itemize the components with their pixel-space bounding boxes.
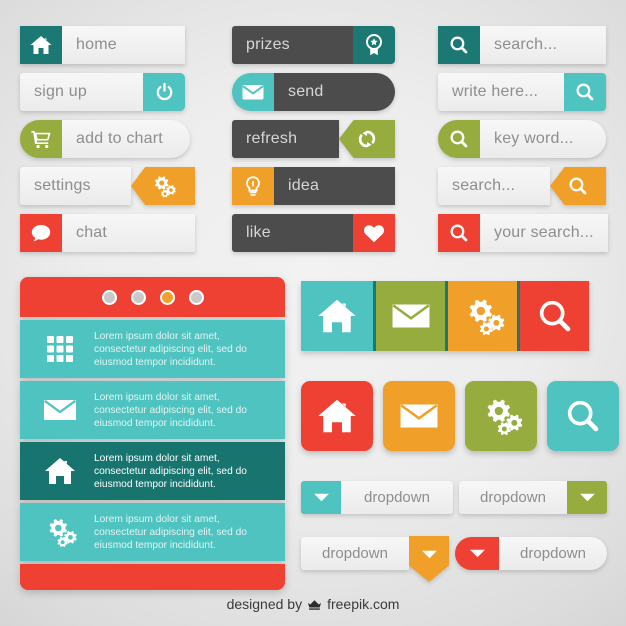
dropdown-4[interactable]: dropdown xyxy=(455,537,607,570)
dropdown-4-label: dropdown xyxy=(499,537,607,570)
mail-icon-tile[interactable] xyxy=(373,281,445,351)
search-icon[interactable] xyxy=(550,167,606,205)
home-icon-tile[interactable] xyxy=(301,381,373,451)
list-item[interactable]: Lorem ipsum dolor sit amet, consectetur … xyxy=(20,442,285,500)
dropdown-3-label: dropdown xyxy=(301,537,409,570)
search-icon xyxy=(438,26,480,64)
credit-prefix: designed by xyxy=(226,596,303,612)
search-field-1[interactable]: search... xyxy=(438,26,606,64)
search-icon[interactable] xyxy=(564,73,606,111)
button-home[interactable]: home xyxy=(20,26,185,64)
gears-icon-tile[interactable] xyxy=(465,381,537,451)
search-field-4[interactable]: search... xyxy=(438,167,606,205)
icon-row-rounded xyxy=(301,381,619,451)
mail-icon xyxy=(26,397,94,423)
freepik-crown-icon xyxy=(307,598,322,611)
button-settings[interactable]: settings xyxy=(20,167,195,205)
credit-brand: freepik.com xyxy=(327,596,400,612)
award-icon xyxy=(353,26,395,64)
list-item-text: Lorem ipsum dolor sit amet, consectetur … xyxy=(94,452,247,490)
button-add-to-chart-label: add to chart xyxy=(62,120,190,158)
mail-icon xyxy=(232,73,274,111)
power-icon xyxy=(143,73,185,111)
panel-dot-2[interactable] xyxy=(130,289,146,305)
dropdown-3[interactable]: dropdown xyxy=(301,536,449,582)
list-item[interactable]: Lorem ipsum dolor sit amet, consectetur … xyxy=(20,381,285,439)
search-input-4[interactable]: search... xyxy=(438,167,550,205)
button-refresh-label: refresh xyxy=(232,120,339,158)
home-icon xyxy=(20,26,62,64)
gears-icon xyxy=(26,516,94,548)
dropdown-1[interactable]: dropdown xyxy=(301,481,453,514)
search-input-1[interactable]: search... xyxy=(480,26,606,64)
button-like[interactable]: like xyxy=(232,214,395,252)
search-input-2[interactable]: write here... xyxy=(438,73,564,111)
search-field-5[interactable]: your search... xyxy=(438,214,608,252)
cart-icon xyxy=(20,120,62,158)
button-home-label: home xyxy=(62,26,185,64)
heart-icon xyxy=(353,214,395,252)
button-idea[interactable]: idea xyxy=(232,167,395,205)
refresh-icon xyxy=(339,120,395,158)
search-field-3[interactable]: key word... xyxy=(438,120,606,158)
button-sign-up[interactable]: sign up xyxy=(20,73,185,111)
chevron-down-icon[interactable] xyxy=(567,481,607,514)
button-sign-up-label: sign up xyxy=(20,73,143,111)
button-prizes-label: prizes xyxy=(232,26,353,64)
icon-row-flat xyxy=(301,281,589,351)
gears-icon-tile[interactable] xyxy=(445,281,517,351)
button-prizes[interactable]: prizes xyxy=(232,26,395,64)
gears-icon xyxy=(131,167,195,205)
list-item[interactable]: Lorem ipsum dolor sit amet, consectetur … xyxy=(20,320,285,378)
bulb-icon xyxy=(232,167,274,205)
panel-dot-4[interactable] xyxy=(188,289,204,305)
list-panel: Lorem ipsum dolor sit amet, consectetur … xyxy=(20,277,285,590)
button-chat-label: chat xyxy=(62,214,195,252)
chat-icon xyxy=(20,214,62,252)
list-item-text: Lorem ipsum dolor sit amet, consectetur … xyxy=(94,391,247,429)
search-icon[interactable] xyxy=(438,120,480,158)
search-icon[interactable] xyxy=(438,214,480,252)
search-input-5[interactable]: your search... xyxy=(480,214,608,252)
search-input-3[interactable]: key word... xyxy=(480,120,606,158)
button-idea-label: idea xyxy=(274,167,395,205)
dropdown-1-label: dropdown xyxy=(341,481,453,514)
list-item-text: Lorem ipsum dolor sit amet, consectetur … xyxy=(94,330,247,368)
search-icon-tile[interactable] xyxy=(517,281,589,351)
button-send[interactable]: send xyxy=(232,73,395,111)
panel-footer xyxy=(20,564,285,590)
ui-kit-canvas: home sign up add to chart settings chat xyxy=(0,0,626,626)
panel-header xyxy=(20,277,285,317)
search-field-2[interactable]: write here... xyxy=(438,73,606,111)
chevron-down-icon[interactable] xyxy=(409,536,449,582)
chevron-down-icon[interactable] xyxy=(455,537,499,570)
home-icon-tile[interactable] xyxy=(301,281,373,351)
button-chat[interactable]: chat xyxy=(20,214,195,252)
button-send-label: send xyxy=(274,73,395,111)
button-refresh[interactable]: refresh xyxy=(232,120,395,158)
mail-icon-tile[interactable] xyxy=(383,381,455,451)
dropdown-2-label: dropdown xyxy=(459,481,567,514)
chevron-down-icon[interactable] xyxy=(301,481,341,514)
dropdown-2[interactable]: dropdown xyxy=(459,481,607,514)
button-add-to-chart[interactable]: add to chart xyxy=(20,120,190,158)
list-item-text: Lorem ipsum dolor sit amet, consectetur … xyxy=(94,513,247,551)
list-item[interactable]: Lorem ipsum dolor sit amet, consectetur … xyxy=(20,503,285,561)
credit-line: designed by freepik.com xyxy=(0,596,626,612)
search-icon-tile[interactable] xyxy=(547,381,619,451)
button-like-label: like xyxy=(232,214,353,252)
home-icon xyxy=(26,456,94,486)
grid-icon xyxy=(26,334,94,364)
panel-dot-3[interactable] xyxy=(159,289,175,305)
panel-dot-1[interactable] xyxy=(101,289,117,305)
button-settings-label: settings xyxy=(20,167,131,205)
